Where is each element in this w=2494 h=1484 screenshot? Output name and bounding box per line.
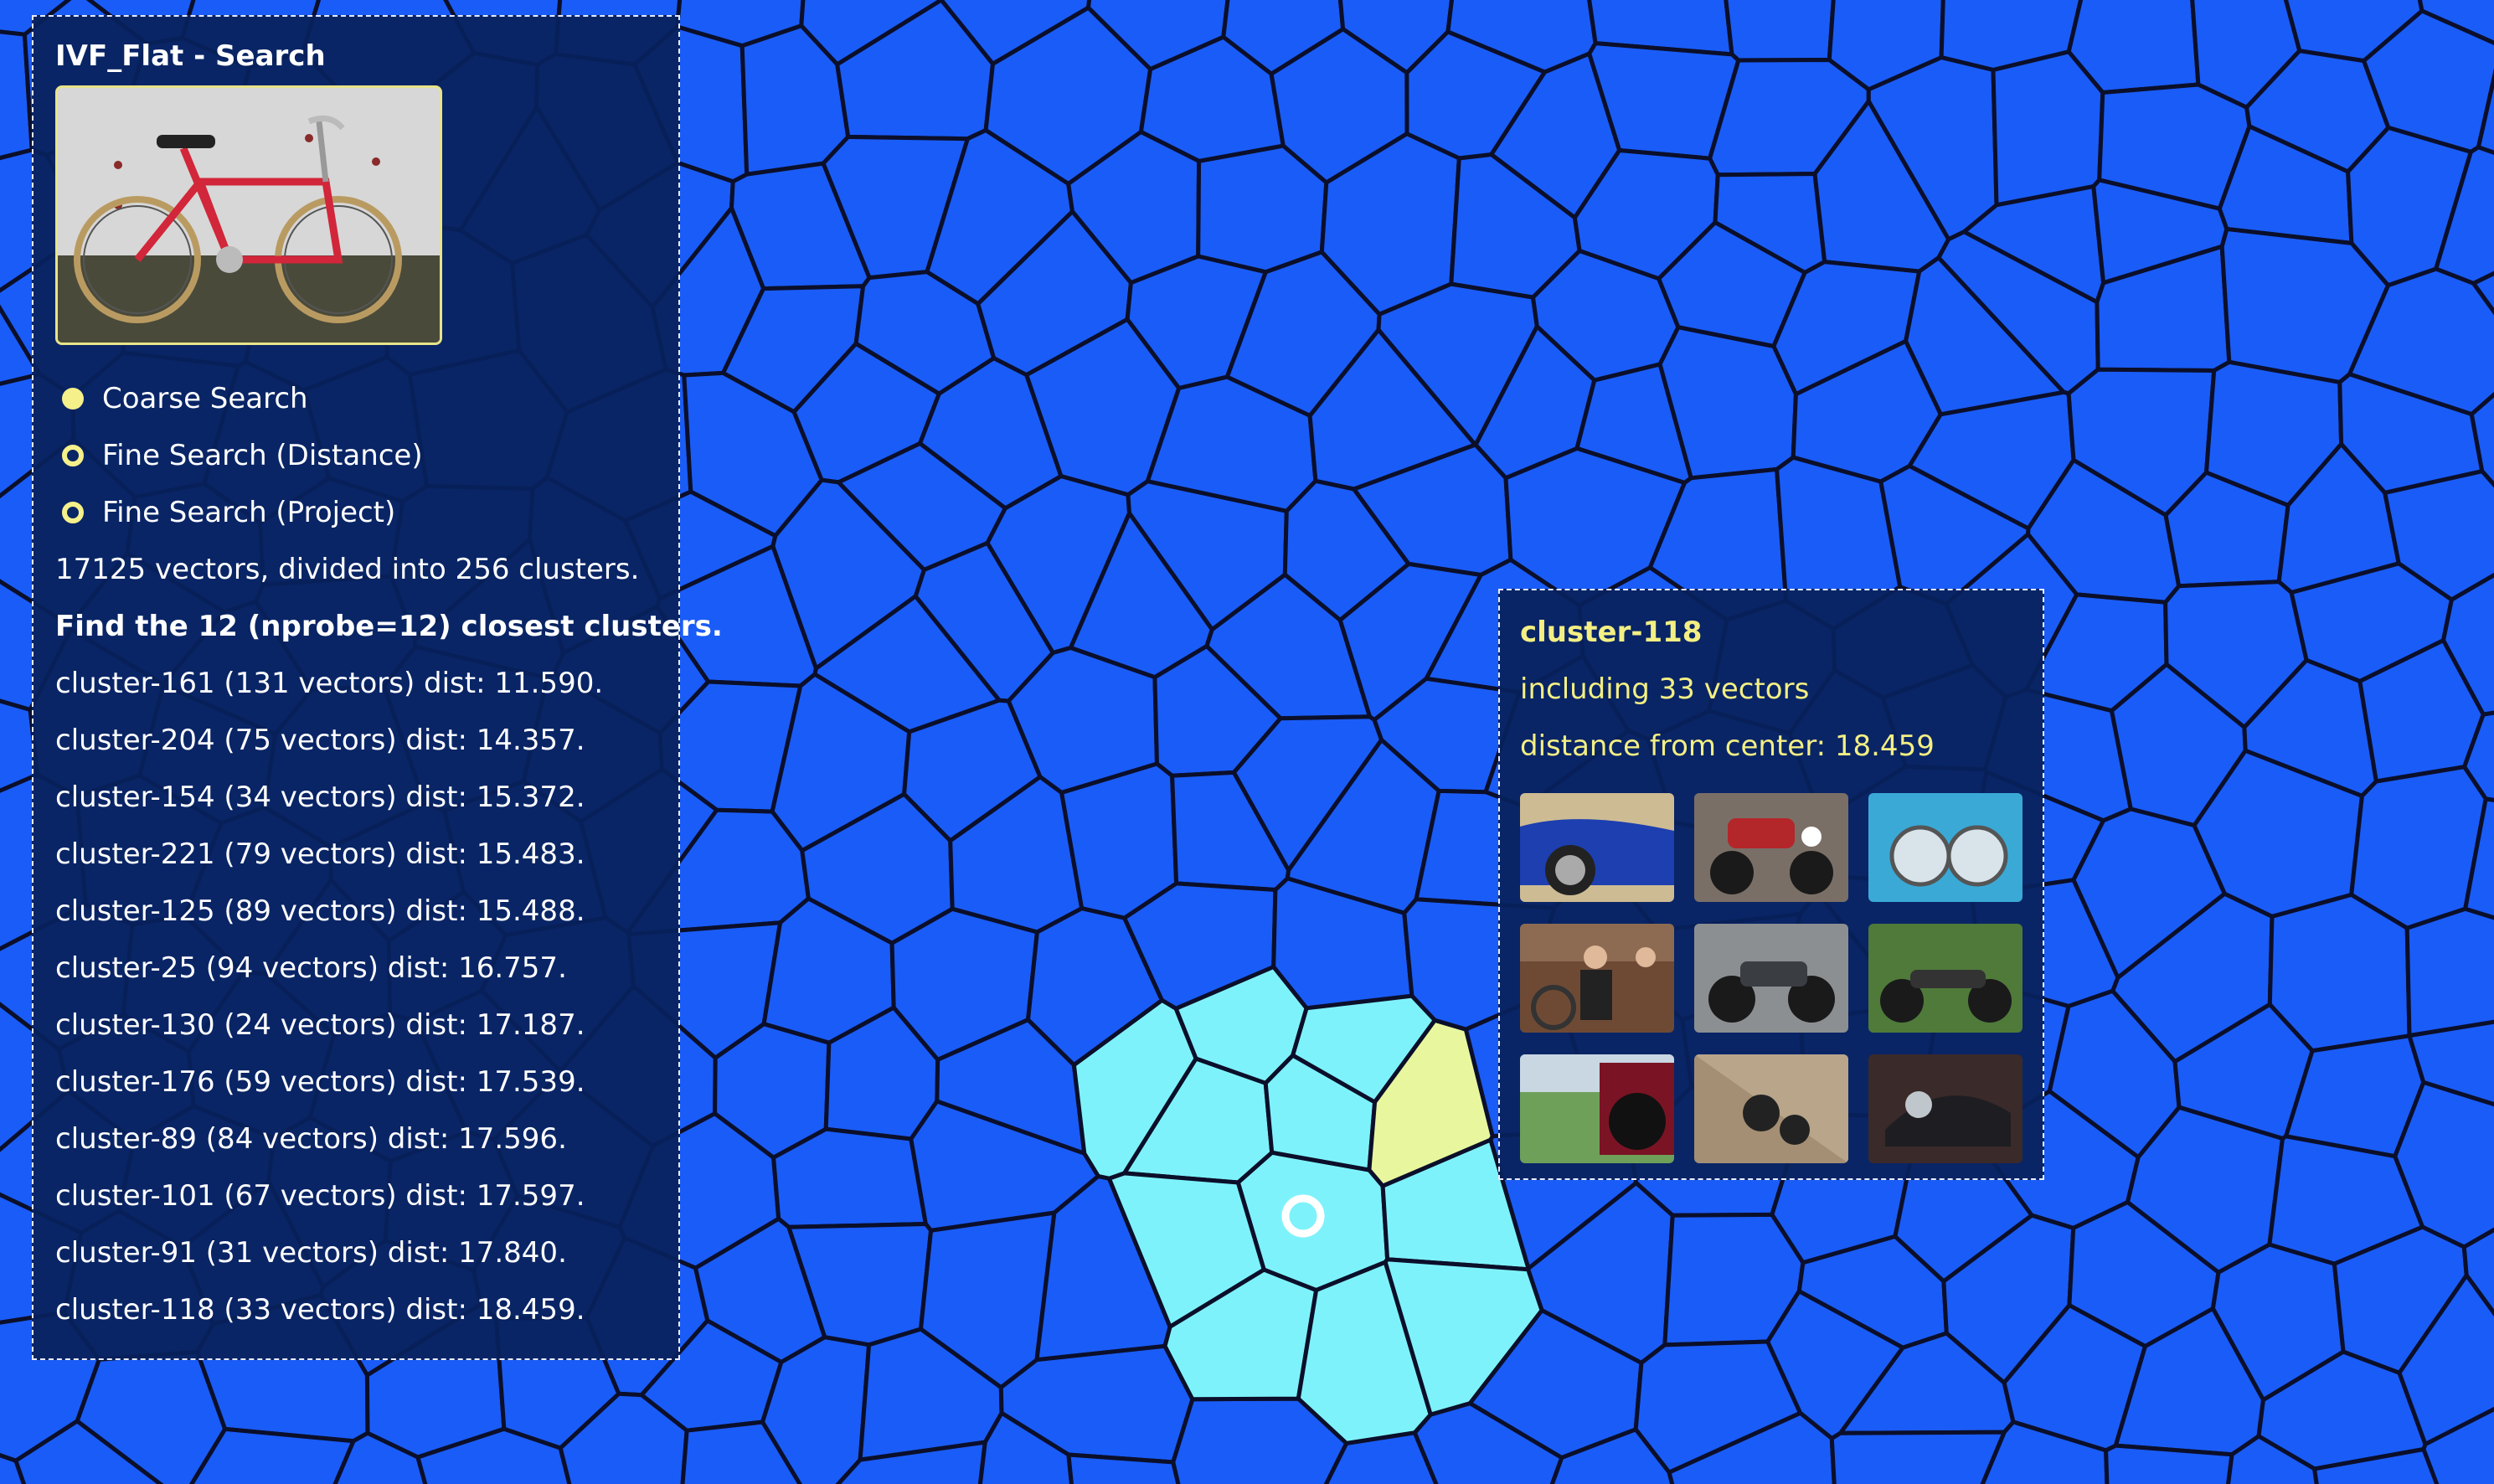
cluster-thumbnail-grid	[1520, 793, 2023, 1163]
radio-unselected-icon	[62, 445, 84, 466]
motorcycle-rider-photo-icon[interactable]	[1694, 1054, 1848, 1163]
result-item[interactable]: cluster-89 (84 vectors) dist: 17.596.	[55, 1110, 657, 1167]
result-list: cluster-161 (131 vectors) dist: 11.590. …	[55, 655, 657, 1338]
blue-car-photo-icon[interactable]	[1520, 793, 1674, 902]
result-item[interactable]: cluster-101 (67 vectors) dist: 17.597.	[55, 1167, 657, 1224]
people-carriage-photo-icon[interactable]	[1520, 924, 1674, 1033]
voronoi-cell[interactable]	[2404, 906, 2494, 1038]
car-headlights-photo-icon[interactable]	[1868, 793, 2023, 902]
query-image	[55, 85, 442, 345]
result-item[interactable]: cluster-25 (94 vectors) dist: 16.757.	[55, 940, 657, 997]
black-motorcycle-photo-icon[interactable]	[1868, 1054, 2023, 1163]
bicycle-photo-icon	[58, 88, 440, 343]
search-panel: IVF_Flat - Search Coarse Search Fine Sea…	[32, 15, 723, 1360]
result-item[interactable]: cluster-161 (131 vectors) dist: 11.590.	[55, 655, 657, 712]
voronoi-cell[interactable]	[1829, 1430, 2007, 1484]
mode-fine-search-project[interactable]: Fine Search (Project)	[55, 484, 657, 541]
mode-coarse-search[interactable]: Coarse Search	[55, 370, 657, 427]
cluster-vector-count: including 33 vectors	[1520, 672, 1810, 706]
nprobe-heading: Find the 12 (nprobe=12) closest clusters…	[55, 610, 723, 643]
mode-label: Coarse Search	[102, 382, 308, 415]
result-item[interactable]: cluster-118 (33 vectors) dist: 18.459.	[55, 1281, 657, 1338]
result-item[interactable]: cluster-91 (31 vectors) dist: 17.840.	[55, 1224, 657, 1281]
result-item[interactable]: cluster-221 (79 vectors) dist: 15.483.	[55, 826, 657, 883]
radio-selected-icon	[62, 388, 84, 410]
cluster-distance: distance from center: 18.459	[1520, 729, 1935, 763]
cluster-detail-panel: cluster-118 including 33 vectors distanc…	[1498, 589, 2044, 1180]
panel-title: IVF_Flat - Search	[55, 39, 326, 73]
voronoi-cell[interactable]	[1196, 143, 1329, 275]
dataset-summary: 17125 vectors, divided into 256 clusters…	[55, 553, 640, 586]
voronoi-cell[interactable]	[2104, 1443, 2234, 1484]
voronoi-cell[interactable]	[771, 1126, 928, 1229]
mode-fine-search-distance[interactable]: Fine Search (Distance)	[55, 427, 657, 484]
red-motorcycle-photo-icon[interactable]	[1694, 793, 1848, 902]
result-item[interactable]: cluster-154 (34 vectors) dist: 15.372.	[55, 769, 657, 826]
voronoi-cell[interactable]	[1991, 49, 2105, 208]
mode-label: Fine Search (Distance)	[102, 439, 423, 472]
cruiser-motorcycle-photo-icon[interactable]	[1868, 924, 2023, 1033]
result-item[interactable]: cluster-125 (89 vectors) dist: 15.488.	[55, 883, 657, 940]
voronoi-cell[interactable]	[1724, 0, 1836, 63]
result-item[interactable]: cluster-176 (59 vectors) dist: 17.539.	[55, 1054, 657, 1110]
truck-wheel-photo-icon[interactable]	[1520, 1054, 1674, 1163]
result-item[interactable]: cluster-130 (24 vectors) dist: 17.187.	[55, 997, 657, 1054]
cluster-title: cluster-118	[1520, 616, 1703, 649]
motorcycle-photo-icon[interactable]	[1694, 924, 1848, 1033]
radio-unselected-icon	[62, 502, 84, 523]
result-item[interactable]: cluster-204 (75 vectors) dist: 14.357.	[55, 712, 657, 769]
mode-label: Fine Search (Project)	[102, 496, 396, 529]
